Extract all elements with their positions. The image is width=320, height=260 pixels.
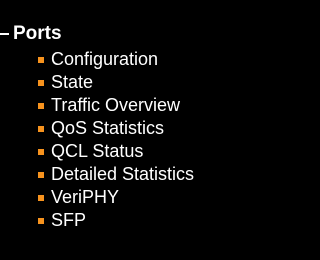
- bullet-icon: [38, 171, 44, 178]
- ports-nav-menu: Ports Configuration State Traffic Overvi…: [0, 0, 284, 260]
- menu-item-label[interactable]: QoS Statistics: [51, 117, 164, 140]
- menu-item-detailed-statistics[interactable]: Detailed Statistics: [38, 163, 194, 186]
- ports-menu-list: Configuration State Traffic Overview QoS…: [38, 48, 194, 232]
- bullet-icon: [38, 56, 44, 63]
- menu-item-label[interactable]: Detailed Statistics: [51, 163, 194, 186]
- bullet-icon: [38, 148, 44, 155]
- menu-item-label[interactable]: VeriPHY: [51, 186, 119, 209]
- menu-item-veriphy[interactable]: VeriPHY: [38, 186, 194, 209]
- section-title[interactable]: Ports: [13, 20, 62, 48]
- menu-item-qcl-status[interactable]: QCL Status: [38, 140, 194, 163]
- menu-item-label[interactable]: Traffic Overview: [51, 94, 180, 117]
- menu-item-label[interactable]: Configuration: [51, 48, 158, 71]
- ports-section-header[interactable]: Ports: [0, 20, 62, 48]
- menu-item-label[interactable]: SFP: [51, 209, 86, 232]
- bullet-icon: [38, 102, 44, 109]
- menu-item-traffic-overview[interactable]: Traffic Overview: [38, 94, 194, 117]
- menu-item-sfp[interactable]: SFP: [38, 209, 194, 232]
- bullet-icon: [38, 125, 44, 132]
- collapse-dash-icon: [0, 33, 9, 35]
- bullet-icon: [38, 194, 44, 201]
- menu-item-qos-statistics[interactable]: QoS Statistics: [38, 117, 194, 140]
- bullet-icon: [38, 79, 44, 86]
- menu-item-label[interactable]: QCL Status: [51, 140, 143, 163]
- menu-item-label[interactable]: State: [51, 71, 93, 94]
- bullet-icon: [38, 217, 44, 224]
- menu-item-configuration[interactable]: Configuration: [38, 48, 194, 71]
- menu-item-state[interactable]: State: [38, 71, 194, 94]
